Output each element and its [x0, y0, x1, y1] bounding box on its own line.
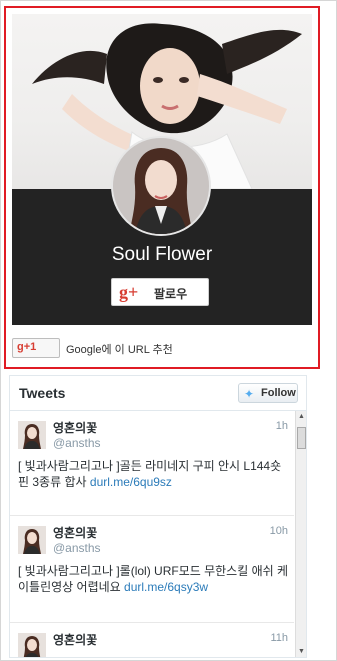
plusone-button[interactable]: g+1	[12, 338, 60, 358]
timeline-header: Tweets ✦ Follow	[10, 376, 306, 411]
tweet-link[interactable]: durl.me/6qsy3w	[124, 580, 208, 594]
recommend-text: Google에 이 URL 추천	[66, 344, 173, 356]
scroll-up-icon[interactable]: ▲	[296, 411, 306, 422]
timeline-title[interactable]: Tweets	[19, 385, 65, 401]
tweet-timestamp[interactable]: 1h	[276, 420, 288, 432]
scroll-thumb[interactable]	[297, 427, 306, 449]
tweet-text: [ 빛과사람그리고나 ]롤(lol) URF모드 무한스킬 애쉬 케이틀린영상 …	[18, 563, 290, 595]
twitter-timeline: Tweets ✦ Follow 영혼의꽃 @ansths 1h [ 빛과사람그리…	[9, 375, 307, 658]
tweet-list[interactable]: 영혼의꽃 @ansths 1h [ 빛과사람그리고나 ]골든 라미네지 구피 안…	[10, 411, 294, 657]
gplus-follow-button[interactable]: g+ 팔로우	[111, 278, 209, 306]
profile-avatar[interactable]	[111, 136, 211, 236]
tweet-author-handle[interactable]: @ansths	[53, 436, 101, 450]
tweet-timestamp[interactable]: 10h	[270, 525, 288, 537]
tweet-avatar[interactable]	[18, 421, 46, 449]
tweet-author-name[interactable]: 영혼의꽃	[53, 419, 97, 436]
google-plus-badge: Soul Flower g+ 팔로우 g+1 Google에 이 URL 추천	[4, 6, 320, 369]
scroll-down-icon[interactable]: ▼	[296, 646, 306, 657]
tweet-item[interactable]: 영혼의꽃 11h	[10, 623, 294, 657]
follow-label: 팔로우	[154, 287, 188, 301]
tweet-author-name[interactable]: 영혼의꽃	[53, 524, 97, 541]
tweet-link[interactable]: durl.me/6qu9sz	[90, 475, 172, 489]
page-name[interactable]: Soul Flower	[12, 244, 312, 266]
tweet-timestamp[interactable]: 11h	[270, 632, 288, 644]
tweet-avatar[interactable]	[18, 633, 46, 657]
tweet-item[interactable]: 영혼의꽃 @ansths 10h [ 빛과사람그리고나 ]롤(lol) URF모…	[10, 516, 294, 623]
tweet-avatar[interactable]	[18, 526, 46, 554]
widget-frame: Soul Flower g+ 팔로우 g+1 Google에 이 URL 추천 …	[0, 0, 337, 661]
tweet-author-name[interactable]: 영혼의꽃	[53, 631, 97, 648]
plusone-icon: g+1	[17, 341, 37, 353]
timeline-scrollbar[interactable]: ▲ ▼	[295, 411, 306, 657]
twitter-follow-label: Follow	[261, 387, 296, 399]
tweet-author-handle[interactable]: @ansths	[53, 541, 101, 555]
tweet-item[interactable]: 영혼의꽃 @ansths 1h [ 빛과사람그리고나 ]골든 라미네지 구피 안…	[10, 411, 294, 516]
google-plus-icon: g+	[119, 282, 139, 302]
tweet-text: [ 빛과사람그리고나 ]골든 라미네지 구피 안시 L144숏핀 3종류 합사 …	[18, 458, 290, 490]
twitter-follow-button[interactable]: ✦ Follow	[238, 383, 298, 403]
twitter-bird-icon: ✦	[244, 387, 255, 401]
